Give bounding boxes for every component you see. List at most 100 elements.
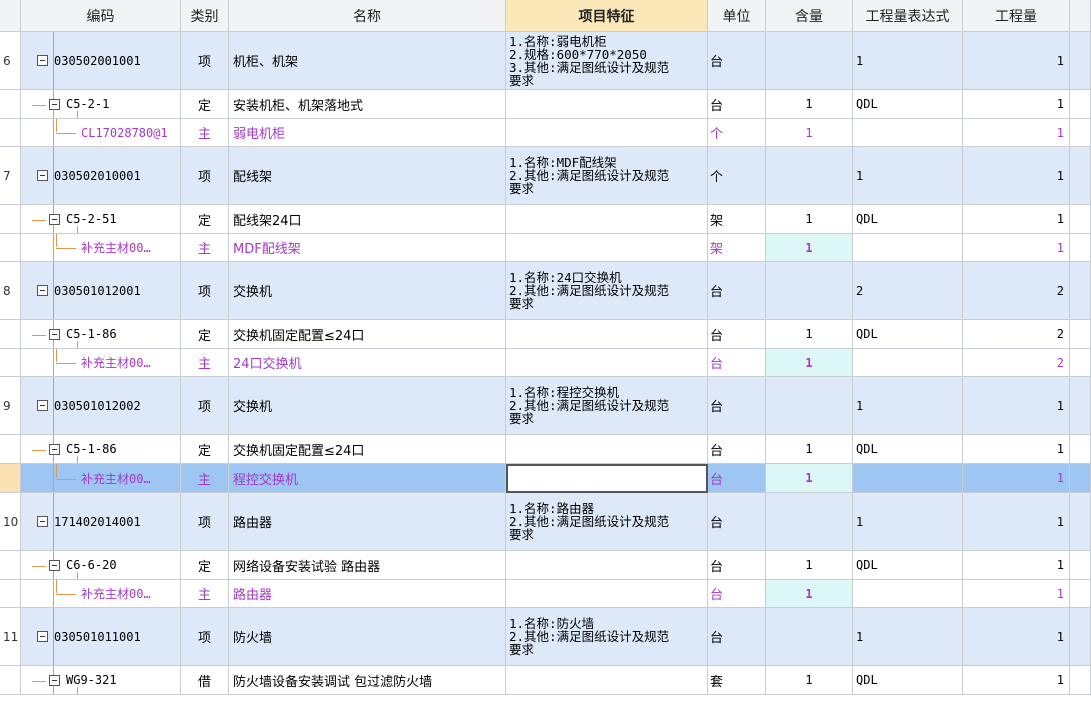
row-features[interactable] <box>506 349 708 377</box>
row-content[interactable] <box>766 262 853 320</box>
row-index[interactable] <box>0 234 21 262</box>
row-category[interactable]: 主 <box>181 119 229 147</box>
row-name[interactable]: 交换机 <box>229 377 506 435</box>
row-name[interactable]: 防火墙设备安装调试 包过滤防火墙 <box>229 666 506 695</box>
row-category[interactable]: 定 <box>181 90 229 119</box>
row-features[interactable] <box>506 119 708 147</box>
row-features[interactable] <box>506 320 708 349</box>
row-expression[interactable]: 2 <box>853 262 963 320</box>
row-category[interactable]: 定 <box>181 435 229 464</box>
row-index[interactable] <box>0 435 21 464</box>
row-code-cell[interactable]: C5-2-1 <box>21 90 181 119</box>
row-index[interactable]: 9 <box>0 377 21 435</box>
row-category[interactable]: 主 <box>181 349 229 377</box>
row-expression[interactable]: QDL <box>853 551 963 580</box>
row-features[interactable]: 1.名称:程控交换机 2.其他:满足图纸设计及规范 要求 <box>506 377 708 435</box>
material-row[interactable]: 补充主材00… 主 24口交换机 台 1 2 <box>0 349 1091 377</box>
row-name[interactable]: 路由器 <box>229 493 506 551</box>
row-unit[interactable]: 台 <box>708 493 766 551</box>
row-expression[interactable] <box>853 464 963 493</box>
collapse-toggle-icon[interactable] <box>49 559 60 571</box>
row-content[interactable] <box>766 493 853 551</box>
row-content[interactable]: 1 <box>766 90 853 119</box>
header-features[interactable]: 项目特征 <box>506 0 708 32</box>
row-index[interactable] <box>0 666 21 695</box>
quota-row[interactable]: C5-1-86 定交换机固定配置≤24口 台 1 QDL 2 <box>0 320 1091 349</box>
row-content[interactable] <box>766 377 853 435</box>
row-features[interactable] <box>506 205 708 234</box>
row-unit[interactable]: 套 <box>708 666 766 695</box>
bill-item-row[interactable]: 9 030501012002 项交换机 1.名称:程控交换机 2.其他:满足图纸设计及规… <box>0 377 1091 435</box>
row-content[interactable]: 1 <box>766 349 853 377</box>
row-category[interactable]: 主 <box>181 234 229 262</box>
row-code-cell[interactable]: C5-2-51 <box>21 205 181 234</box>
row-content[interactable]: 1 <box>766 464 853 493</box>
row-name[interactable]: 防火墙 <box>229 608 506 666</box>
row-expression[interactable]: QDL <box>853 205 963 234</box>
row-features[interactable]: 1.名称:MDF配线架 2.其他:满足图纸设计及规范 要求 <box>506 147 708 205</box>
row-quantity[interactable]: 1 <box>963 147 1070 205</box>
material-row[interactable]: 补充主材00… 主程控交换机台 1 1 <box>0 464 1091 493</box>
material-row[interactable]: CL17028780@1 主弱电机柜个 1 1 <box>0 119 1091 147</box>
row-unit[interactable]: 台 <box>708 580 766 608</box>
collapse-toggle-icon[interactable] <box>37 55 48 66</box>
row-name[interactable]: 配线架24口 <box>229 205 506 234</box>
header-category[interactable]: 类别 <box>181 0 229 32</box>
row-content[interactable]: 1 <box>766 234 853 262</box>
row-name[interactable]: 交换机固定配置≤24口 <box>229 320 506 349</box>
bill-item-row[interactable]: 10 171402014001 项路由器 1.名称:路由器 2.其他:满足图纸设计及规范… <box>0 493 1091 551</box>
row-features[interactable] <box>506 666 708 695</box>
row-content[interactable]: 1 <box>766 205 853 234</box>
row-index[interactable]: 6 <box>0 32 21 90</box>
row-name[interactable]: 程控交换机 <box>229 464 506 493</box>
row-expression[interactable] <box>853 349 963 377</box>
quota-row[interactable]: WG9-321 借防火墙设备安装调试 包过滤防火墙套 1 QDL 1 <box>0 666 1091 695</box>
row-code-cell[interactable]: C6-6-20 <box>21 551 181 580</box>
row-name[interactable]: 交换机固定配置≤24口 <box>229 435 506 464</box>
row-index[interactable] <box>0 464 21 493</box>
row-features[interactable]: 1.名称:弱电机柜 2.规格:600*770*2050 3.其他:满足图纸设计及规范… <box>506 32 708 90</box>
row-code-cell[interactable]: 补充主材00… <box>21 349 181 377</box>
row-content[interactable]: 1 <box>766 580 853 608</box>
row-unit[interactable]: 台 <box>708 349 766 377</box>
quota-row[interactable]: C5-2-1 定安装机柜、机架落地式台 1 QDL 1 <box>0 90 1091 119</box>
header-unit[interactable]: 单位 <box>708 0 766 32</box>
row-name[interactable]: 配线架 <box>229 147 506 205</box>
row-quantity[interactable]: 1 <box>963 551 1070 580</box>
material-row[interactable]: 补充主材00… 主 MDF配线架架 1 1 <box>0 234 1091 262</box>
row-quantity[interactable]: 2 <box>963 262 1070 320</box>
row-quantity[interactable]: 1 <box>963 234 1070 262</box>
row-expression[interactable]: QDL <box>853 666 963 695</box>
row-content[interactable]: 1 <box>766 119 853 147</box>
row-features[interactable] <box>506 551 708 580</box>
header-index[interactable] <box>0 0 21 32</box>
row-quantity[interactable]: 1 <box>963 464 1070 493</box>
row-category[interactable]: 项 <box>181 32 229 90</box>
row-quantity[interactable]: 2 <box>963 349 1070 377</box>
row-unit[interactable]: 台 <box>708 320 766 349</box>
row-category[interactable]: 项 <box>181 493 229 551</box>
row-index[interactable] <box>0 119 21 147</box>
row-expression[interactable]: QDL <box>853 90 963 119</box>
material-row[interactable]: 补充主材00… 主路由器台 1 1 <box>0 580 1091 608</box>
row-quantity[interactable]: 1 <box>963 435 1070 464</box>
row-code-cell[interactable]: 030502010001 <box>21 147 181 205</box>
row-features[interactable] <box>506 435 708 464</box>
collapse-toggle-icon[interactable] <box>49 213 60 225</box>
row-unit[interactable]: 台 <box>708 377 766 435</box>
collapse-toggle-icon[interactable] <box>37 400 48 411</box>
collapse-toggle-icon[interactable] <box>37 285 48 296</box>
row-expression[interactable] <box>853 119 963 147</box>
row-code-cell[interactable]: 030501012002 <box>21 377 181 435</box>
row-index[interactable] <box>0 349 21 377</box>
row-index[interactable]: 7 <box>0 147 21 205</box>
row-features[interactable]: 1.名称:路由器 2.其他:满足图纸设计及规范 要求 <box>506 493 708 551</box>
row-category[interactable]: 定 <box>181 551 229 580</box>
row-category[interactable]: 定 <box>181 320 229 349</box>
row-expression[interactable]: QDL <box>853 320 963 349</box>
row-index[interactable]: 11 <box>0 608 21 666</box>
row-expression[interactable]: 1 <box>853 147 963 205</box>
row-features[interactable] <box>506 464 708 493</box>
row-code-cell[interactable]: CL17028780@1 <box>21 119 181 147</box>
row-category[interactable]: 主 <box>181 580 229 608</box>
